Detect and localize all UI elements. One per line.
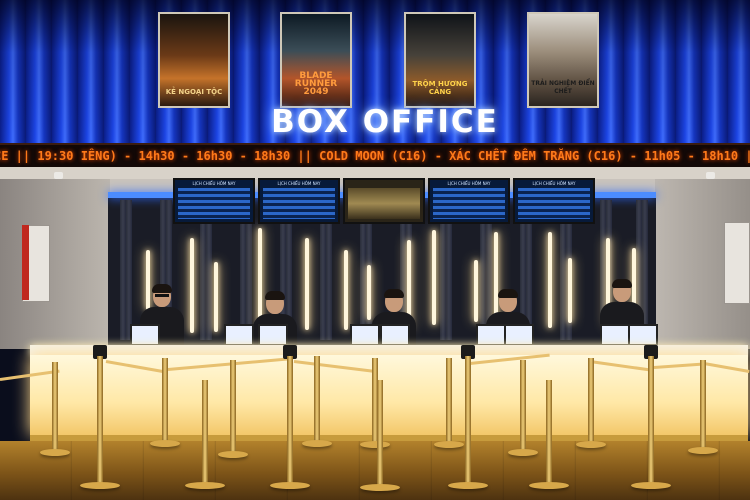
wall-sign-accent [22, 225, 29, 300]
light-strip [190, 238, 194, 333]
showtime-monitor: LỊCH CHIẾU HÔM NAY [173, 178, 255, 224]
monitor-heading: LỊCH CHIẾU HÔM NAY [192, 181, 236, 186]
box-office-sign: BOX OFFICE [271, 104, 499, 140]
poster-title: BLADE RUNNER 2049 [294, 71, 338, 97]
movie-poster: TRỘM HƯƠNG CẢNG [404, 12, 476, 108]
stanchion-base [150, 440, 180, 447]
showtime-monitor: LỊCH CHIẾU HÔM NAY [428, 178, 510, 224]
light-strip [214, 262, 218, 332]
stanchion-base [302, 440, 332, 447]
pos-screen [130, 324, 160, 346]
led-ticker: CE || 19:30 IÊNG) - 14h30 - 16h30 - 18h3… [0, 143, 750, 169]
showtime-monitor: LỊCH CHIẾU HÔM NAY [513, 178, 595, 224]
light-strip [548, 232, 552, 328]
security-camera-icon [54, 172, 63, 179]
stanchion-post [546, 380, 552, 486]
poster-title: KẺ NGOẠI TỘC [165, 88, 223, 96]
stanchion-post [52, 362, 58, 452]
counter-top [30, 345, 748, 355]
light-strip [367, 265, 371, 320]
movie-poster: BLADE RUNNER 2049 [280, 12, 352, 108]
wall-sign-panel [724, 222, 750, 304]
light-strip [474, 260, 478, 322]
security-camera-icon [706, 172, 715, 179]
pos-screen [600, 324, 630, 346]
stanchion-post [202, 380, 208, 486]
wall-slat [120, 200, 132, 340]
stanchion-base [688, 447, 718, 454]
stanchion-base [270, 482, 310, 489]
pos-screen [350, 324, 380, 346]
box-office-scene: KẺ NGOẠI TỘC BLADE RUNNER 2049 TRỘM HƯƠN… [0, 0, 750, 500]
stanchion-base [218, 451, 248, 458]
stanchion-post [162, 358, 168, 444]
stanchion-base [40, 449, 70, 456]
movie-poster: TRẢI NGHIỆM ĐIỂN CHẾT [527, 12, 599, 108]
left-wall [0, 179, 110, 349]
pos-screen [476, 324, 506, 346]
poster-title: TRỘM HƯƠNG CẢNG [412, 80, 468, 96]
showtime-monitor: LỊCH CHIẾU HÔM NAY [258, 178, 340, 224]
pos-screen [224, 324, 254, 346]
stanchion-base [576, 441, 606, 448]
stanchion-post [588, 358, 594, 444]
promo-monitor [343, 178, 425, 224]
stanchion-base [360, 441, 390, 448]
stanchion-post [97, 356, 103, 486]
stanchion-post [377, 380, 383, 488]
stanchion-post [520, 360, 526, 452]
monitor-heading: LỊCH CHIẾU HÔM NAY [532, 181, 576, 186]
monitor-heading: LỊCH CHIẾU HÔM NAY [277, 181, 321, 186]
ticker-text: CE || 19:30 IÊNG) - 14h30 - 16h30 - 18h3… [0, 149, 750, 163]
stanchion-base [631, 482, 671, 489]
pos-screen [628, 324, 658, 346]
stanchion-base [529, 482, 569, 489]
monitor-heading: LỊCH CHIẾU HÔM NAY [447, 181, 491, 186]
pos-screen [258, 324, 288, 346]
stanchion-post [287, 356, 293, 486]
stanchion-base [80, 482, 120, 489]
light-strip [568, 258, 572, 323]
poster-title: TRẢI NGHIỆM ĐIỂN CHẾT [531, 80, 595, 95]
pos-screen [380, 324, 410, 346]
stanchion-base [508, 449, 538, 456]
light-strip [344, 250, 348, 330]
stanchion-base [185, 482, 225, 489]
stanchion-base [448, 482, 488, 489]
light-strip [432, 230, 436, 325]
stanchion-post [446, 358, 452, 444]
stanchion-base [360, 484, 400, 491]
stanchion-post [314, 356, 320, 444]
stanchion-base [434, 441, 464, 448]
stanchion-post [700, 360, 706, 450]
stanchion-post [465, 356, 471, 486]
light-strip [305, 238, 309, 330]
stanchion-post [230, 360, 236, 454]
pos-screen [504, 324, 534, 346]
floor [0, 441, 750, 500]
stanchion-post [648, 356, 654, 486]
movie-poster: KẺ NGOẠI TỘC [158, 12, 230, 108]
